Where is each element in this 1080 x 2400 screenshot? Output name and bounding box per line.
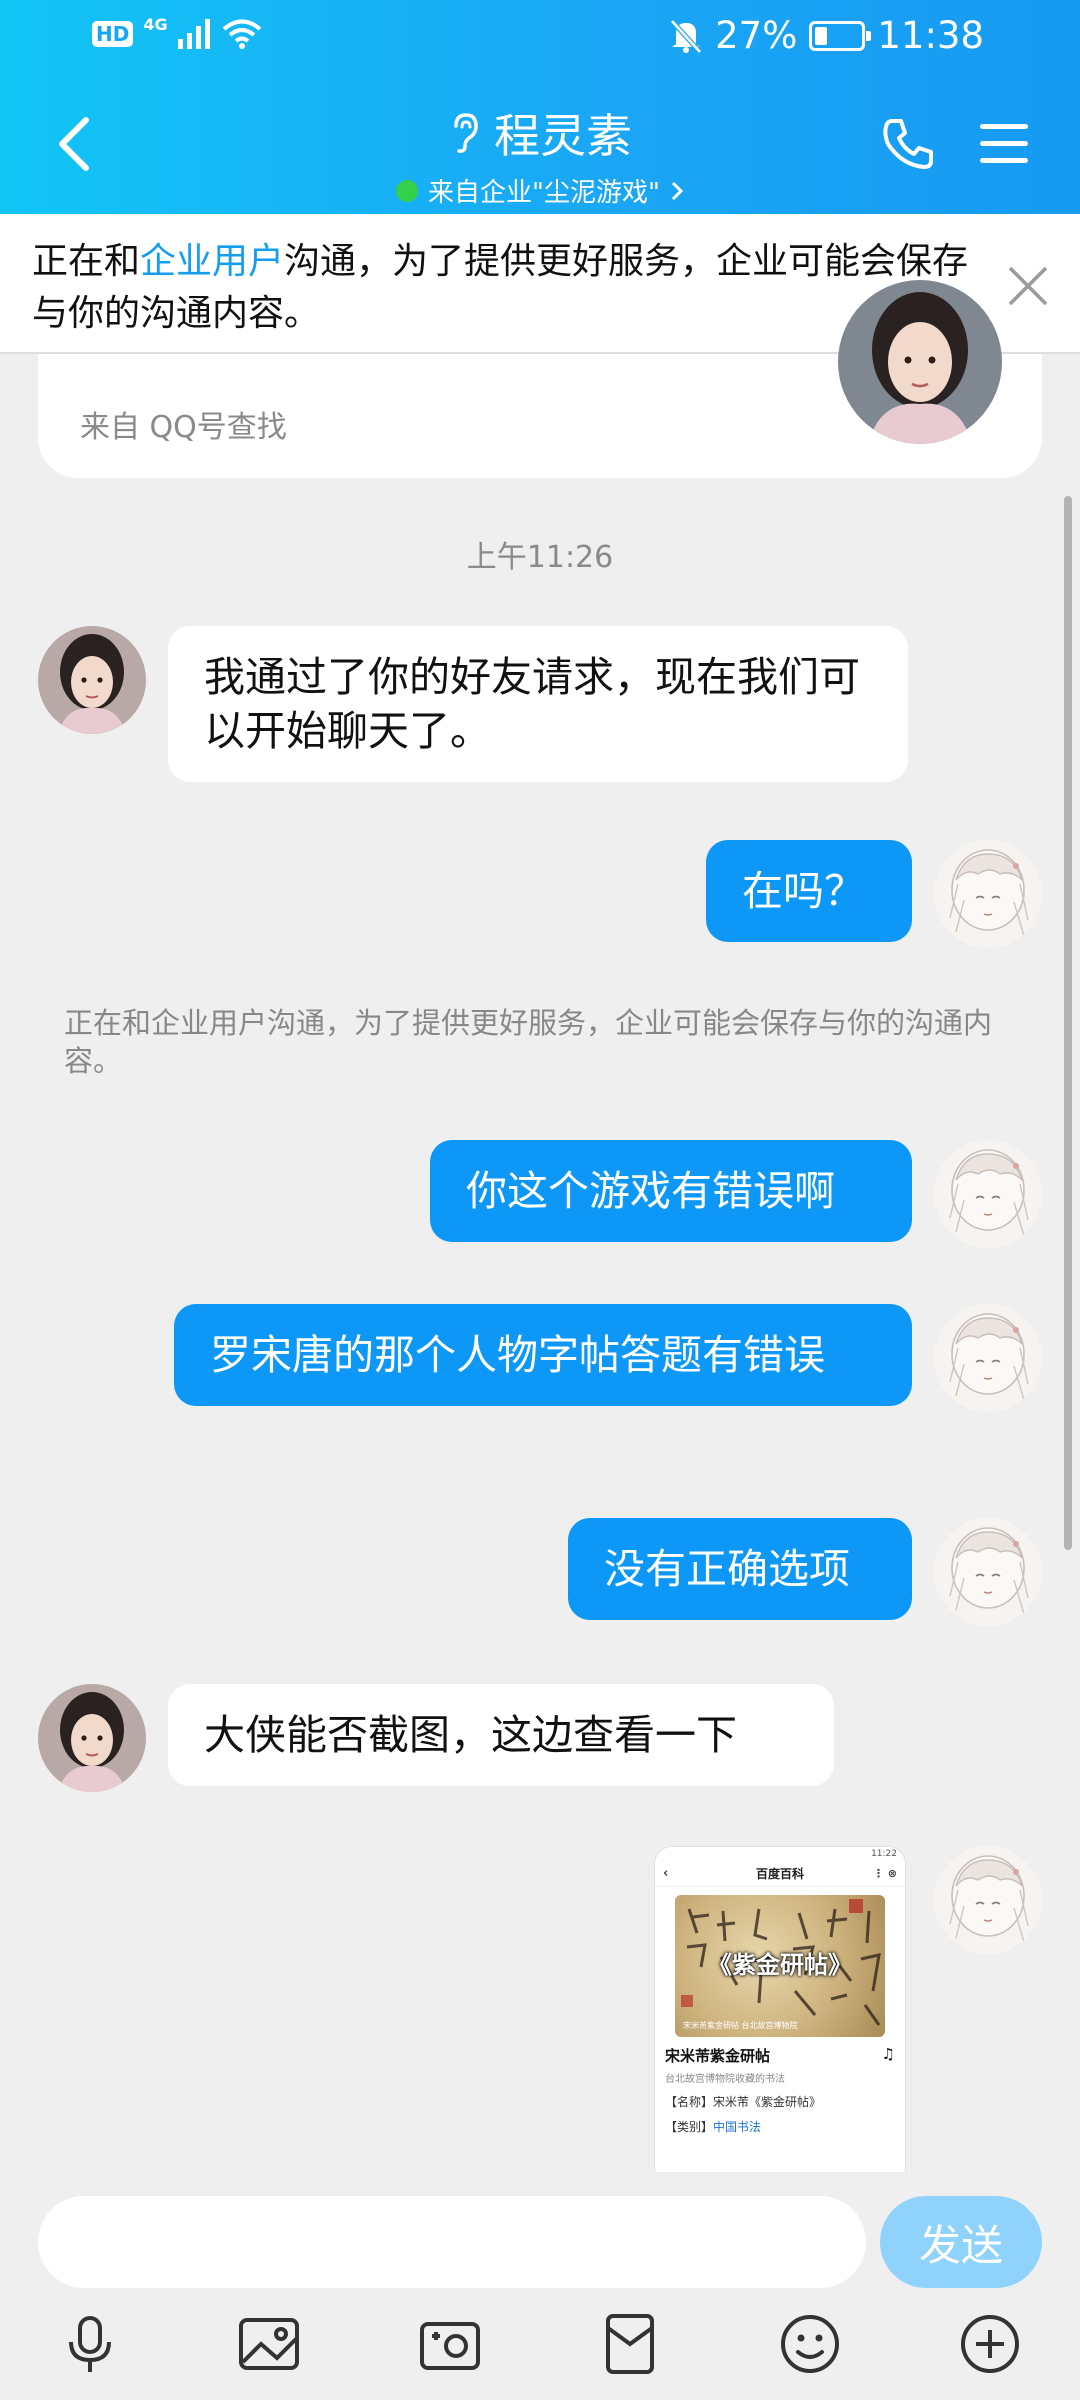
thumb-info-name-label: 【名称】 xyxy=(665,2095,714,2109)
microphone-icon[interactable] xyxy=(58,2312,122,2376)
thumb-back-icon: ‹ xyxy=(663,1866,669,1881)
profile-avatar[interactable] xyxy=(838,280,1002,444)
chevron-right-icon xyxy=(671,181,684,200)
message-bubble-incoming[interactable]: 大侠能否截图，这边查看一下 xyxy=(168,1684,834,1786)
company-label: 来自企业"尘泥游戏" xyxy=(428,178,660,208)
system-notice: 正在和企业用户沟通，为了提供更好服务，企业可能会保存与你的沟通内容。 xyxy=(64,1006,993,1078)
profile-source: 来自 QQ号查找 xyxy=(80,410,287,445)
online-status-dot xyxy=(396,179,419,202)
send-button[interactable]: 发送 xyxy=(880,2196,1042,2288)
thumb-more-icon: ⋮ ⊗ xyxy=(872,1867,897,1880)
camera-icon[interactable] xyxy=(418,2312,482,2376)
calligraphy-image: 《紫金研帖》 宋米芾紫金研帖 台北故宫博物院 xyxy=(675,1895,885,2037)
message-bubble-incoming[interactable]: 我通过了你的好友请求，现在我们可以开始聊天了。 xyxy=(168,626,908,782)
chat-message-list[interactable]: 来自 QQ号查找 上午11:26 我通过了你的好友请求，现在我们可以开始聊天了。… xyxy=(0,354,1080,2172)
message-timestamp: 上午11:26 xyxy=(466,540,614,575)
menu-icon[interactable] xyxy=(978,120,1030,168)
message-bubble-outgoing[interactable]: 在吗？ xyxy=(706,840,912,942)
my-avatar[interactable] xyxy=(934,1304,1042,1412)
status-bar: HD 4G 27% 11:38 xyxy=(0,0,1080,78)
calligraphy-caption: 《紫金研帖》 xyxy=(708,1951,852,1979)
message-bubble-outgoing[interactable]: 罗宋唐的那个人物字帖答题有错误 xyxy=(174,1304,912,1406)
thumb-status-time: 11:22 xyxy=(871,1849,897,1859)
clock: 11:38 xyxy=(877,14,984,57)
message-bubble-outgoing[interactable]: 没有正确选项 xyxy=(568,1518,912,1620)
emoji-icon[interactable] xyxy=(778,2312,842,2376)
thumb-info-category-value: 中国书法 xyxy=(713,2120,762,2134)
calligraphy-footer: 宋米芾紫金研帖 台北故宫博物院 xyxy=(683,2021,798,2030)
close-icon[interactable] xyxy=(1004,262,1052,310)
my-avatar[interactable] xyxy=(934,1140,1042,1248)
message-bubble-outgoing[interactable]: 你这个游戏有错误啊 xyxy=(430,1140,912,1242)
wifi-icon xyxy=(222,19,261,49)
battery-percent: 27% xyxy=(715,14,798,57)
thumb-nav-title: 百度百科 xyxy=(755,1867,804,1881)
my-avatar[interactable] xyxy=(934,840,1042,948)
my-avatar[interactable] xyxy=(934,1846,1042,1954)
network-type: 4G xyxy=(143,14,168,34)
signal-icon xyxy=(177,19,210,49)
thumb-info-name-value: 宋米芾《紫金研帖》 xyxy=(713,2095,822,2109)
ear-icon xyxy=(454,113,478,153)
thumb-entry-subtitle: 台北故宫博物院收藏的书法 xyxy=(665,2074,785,2085)
contact-avatar[interactable] xyxy=(38,1684,146,1792)
enterprise-user-link[interactable]: 企业用户 xyxy=(140,241,284,282)
mute-bell-icon xyxy=(670,18,702,54)
notice-text-before: 正在和 xyxy=(32,241,141,282)
hd-icon: HD xyxy=(92,21,134,47)
image-icon[interactable] xyxy=(237,2312,301,2376)
thumb-nav-bar: ‹ 百度百科 ⋮ ⊗ xyxy=(655,1861,905,1887)
chat-scrollbar[interactable] xyxy=(1064,496,1072,1550)
chat-header: HD 4G 27% 11:38 程灵素 来自企业"尘泥游戏" xyxy=(0,0,1080,214)
input-bar: 发送 xyxy=(0,2172,1080,2294)
battery-fill xyxy=(815,26,828,45)
thumb-audio-icon: ♫ xyxy=(881,2045,895,2063)
plus-icon[interactable] xyxy=(958,2312,1022,2376)
phone-icon[interactable] xyxy=(880,116,936,172)
chat-toolbar xyxy=(0,2294,1080,2400)
chat-title: 程灵素 xyxy=(494,109,632,163)
thumb-status-bar: 11:22 xyxy=(655,1847,905,1861)
thumb-info-name: 【名称】宋米芾《紫金研帖》 xyxy=(665,2093,895,2110)
contact-avatar[interactable] xyxy=(38,626,146,734)
message-input[interactable] xyxy=(38,2196,866,2288)
battery-icon xyxy=(809,20,872,51)
red-packet-icon[interactable] xyxy=(598,2312,662,2376)
thumb-entry-title: 宋米芾紫金研帖 xyxy=(665,2047,771,2065)
screenshot-image-message[interactable]: 11:22 ‹ 百度百科 ⋮ ⊗ 《紫金研帖》 宋米芾紫金研帖 台北故宫博物院 … xyxy=(654,1846,906,2172)
thumb-info-category-label: 【类别】 xyxy=(665,2120,714,2134)
chat-scroll-indicator xyxy=(1064,1520,1072,1528)
thumb-info-category: 【类别】中国书法 xyxy=(665,2118,895,2135)
my-avatar[interactable] xyxy=(934,1518,1042,1626)
thumb-entry-title-row: 宋米芾紫金研帖 ♫ xyxy=(665,2045,895,2066)
